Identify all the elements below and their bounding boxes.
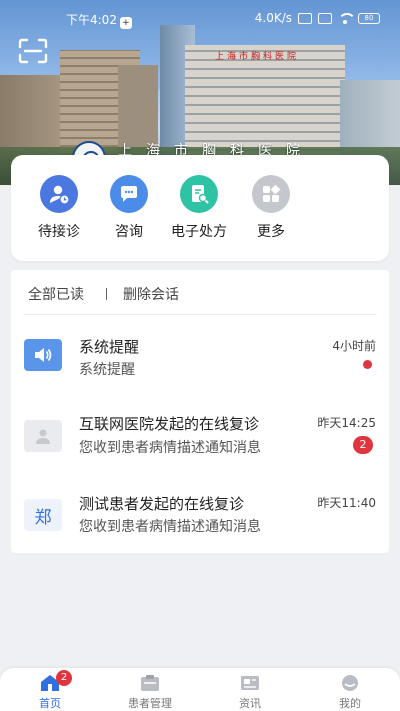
status-time-text: 下午4:02 <box>66 13 117 27</box>
sim-card-icon <box>298 12 312 24</box>
message-subtitle: 您收到患者病情描述通知消息 <box>79 440 261 456</box>
quick-action-consult[interactable]: 咨询 <box>94 175 164 241</box>
person-icon <box>24 420 62 452</box>
divider <box>23 314 377 315</box>
quick-actions-card: 待接诊 咨询 电子处方 更多 <box>11 155 389 261</box>
message-row[interactable]: 郑 测试患者发起的在线复诊 您收到患者病情描述通知消息 昨天11:40 <box>11 484 389 554</box>
name-avatar: 郑 <box>24 499 62 531</box>
message-time: 昨天14:25 <box>317 416 376 430</box>
message-time: 昨天11:40 <box>317 496 376 510</box>
message-subtitle: 系统提醒 <box>79 362 135 378</box>
wifi-icon <box>338 12 356 24</box>
unread-dot <box>363 360 372 369</box>
message-title: 测试患者发起的在线复诊 <box>79 495 245 513</box>
building-sign: 上海市胸科医院 <box>215 52 300 62</box>
status-time: 下午4:02 + <box>66 11 132 29</box>
no-sim-icon <box>318 12 332 24</box>
quick-action-prescription[interactable]: 电子处方 <box>164 175 234 241</box>
quick-action-label: 待接诊 <box>38 224 80 240</box>
prescription-icon <box>180 175 218 213</box>
messages-card: 全部已读 删除会话 系统提醒 系统提醒 4小时前 互联网医院发起的在线复诊 您收… <box>11 270 389 553</box>
nav-badge: 2 <box>56 670 72 686</box>
message-title: 互联网医院发起的在线复诊 <box>79 415 260 433</box>
message-title: 系统提醒 <box>79 338 140 356</box>
patient-management-icon <box>139 674 161 692</box>
nav-label: 资讯 <box>239 697 261 710</box>
nav-profile[interactable]: 我的 <box>315 674 385 711</box>
scan-icon <box>18 38 48 64</box>
mark-all-read-button[interactable]: 全部已读 <box>28 284 84 304</box>
battery-icon: 80 <box>358 12 380 24</box>
nav-label: 首页 <box>39 697 61 710</box>
nav-label: 我的 <box>339 697 361 710</box>
message-row[interactable]: 互联网医院发起的在线复诊 您收到患者病情描述通知消息 昨天14:25 2 <box>11 404 389 474</box>
nav-label: 患者管理 <box>128 697 172 710</box>
message-row[interactable]: 系统提醒 系统提醒 4小时前 <box>11 324 389 394</box>
quick-action-more[interactable]: 更多 <box>236 175 306 241</box>
quick-action-pending[interactable]: 待接诊 <box>24 175 94 241</box>
message-time: 4小时前 <box>332 339 376 353</box>
toolbar-divider <box>106 288 107 300</box>
status-bar: 下午4:02 + 4.0K/s 80 <box>0 0 400 36</box>
unread-count-badge: 2 <box>353 436 373 454</box>
nav-news[interactable]: 资讯 <box>215 674 285 711</box>
profile-icon <box>339 674 361 692</box>
delete-conversations-button[interactable]: 删除会话 <box>123 284 179 304</box>
news-icon <box>239 674 261 692</box>
nav-patient-management[interactable]: 患者管理 <box>115 674 185 711</box>
message-subtitle: 您收到患者病情描述通知消息 <box>79 519 261 535</box>
more-grid-icon <box>252 175 290 213</box>
quick-action-label: 更多 <box>257 224 285 240</box>
messages-toolbar: 全部已读 删除会话 <box>28 284 179 304</box>
quick-action-label: 咨询 <box>115 224 143 240</box>
scan-button[interactable] <box>18 38 48 64</box>
chat-bubble-icon <box>110 175 148 213</box>
nav-home[interactable]: 首页 2 <box>15 670 85 711</box>
doctor-pending-icon <box>40 175 78 213</box>
bottom-nav: 首页 2 患者管理 资讯 我的 <box>0 668 400 711</box>
status-icons: 4.0K/s 80 <box>255 11 380 25</box>
speaker-icon <box>24 339 62 371</box>
notification-plus-icon: + <box>119 17 132 29</box>
network-speed: 4.0K/s <box>254 11 292 25</box>
quick-action-label: 电子处方 <box>171 224 227 240</box>
